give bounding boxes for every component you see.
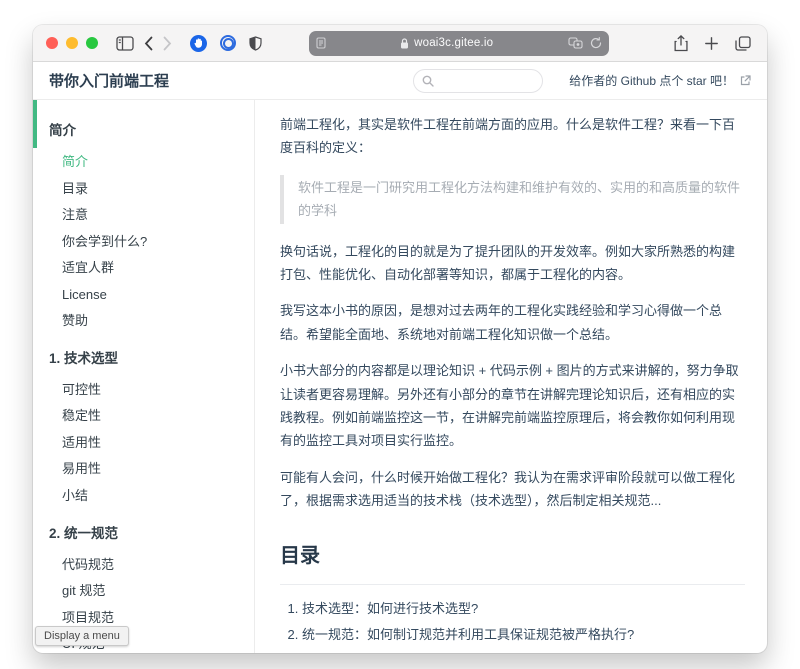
page-body: 简介 简介 目录 注意 你会学到什么? 适宜人群 License 赞助 1. 技… [33,100,767,653]
reader-icon[interactable] [316,37,326,49]
traffic-lights [46,37,98,49]
search-box[interactable] [413,69,543,93]
toc-heading: 目录 [280,538,745,585]
toc-item[interactable]: 技术选型：如何进行技术选型? [302,599,745,620]
site-header: 带你入门前端工程 给作者的 Github 点个 star 吧！ [33,62,767,100]
shield-extension-icon[interactable] [249,36,262,51]
paragraph-intro: 前端工程化，其实是软件工程在前端方面的应用。什么是软件工程？来看一下百度百科的定… [280,113,745,160]
minimize-window-button[interactable] [66,37,78,49]
translate-settings-icon[interactable] [568,37,583,49]
github-star-label: 给作者的 Github 点个 star 吧！ [569,72,734,89]
sidebar-item-controllability[interactable]: 可控性 [33,381,254,399]
sidebar-item-summary-1[interactable]: 小结 [33,487,254,505]
toc-list: 技术选型：如何进行技术选型? 统一规范：如何制订规范并利用工具保证规范被严格执行… [280,599,745,653]
definition-blockquote: 软件工程是一门研究用工程化方法构建和维护有效的、实用的和高质量的软件的学科 [280,175,745,224]
back-button[interactable] [144,36,153,51]
paragraph-purpose: 换句话说，工程化的目的就是为了提升团队的开发效率。例如大家所熟悉的构建打包、性能… [280,240,745,287]
sidebar-item-applicability[interactable]: 适用性 [33,434,254,452]
sidebar-item-code-standard[interactable]: 代码规范 [33,556,254,574]
reload-icon[interactable] [590,37,602,49]
sidebar-item-usability[interactable]: 易用性 [33,460,254,478]
sidebar-item-audience[interactable]: 适宜人群 [33,259,254,277]
paragraph-when: 可能有人会问，什么时候开始做工程化？我认为在需求评审阶段就可以做工程化了，根据需… [280,466,745,513]
url-text: woai3c.gitee.io [414,37,493,49]
sidebar-item-git-standard[interactable]: git 规范 [33,582,254,600]
tab-overview-icon[interactable] [735,36,751,51]
sidebar-item-intro[interactable]: 简介 [33,153,254,171]
sidebar-item-stability[interactable]: 稳定性 [33,407,254,425]
sidebar-section-intro[interactable]: 简介 [33,114,254,144]
sidebar-section-standards[interactable]: 2. 统一规范 [33,517,254,547]
search-input[interactable] [439,74,529,88]
toolbar-right-group [674,35,754,52]
search-icon [422,75,434,87]
sidebar-toggle-icon[interactable] [116,36,134,51]
page-title[interactable]: 带你入门前端工程 [49,70,169,91]
rings-extension-icon[interactable] [220,35,236,51]
external-link-icon [740,75,751,86]
share-icon[interactable] [674,35,688,52]
paragraph-reason: 我写这本小书的原因，是想对过去两年的工程化实践经验和学习心得做一个总结。希望能全… [280,299,745,346]
paragraph-format: 小书大部分的内容都是以理论知识 + 代码示例 + 图片的方式来讲解的，努力争取让… [280,359,745,453]
sidebar-item-notice[interactable]: 注意 [33,206,254,224]
sidebar-item-license[interactable]: License [33,286,254,304]
close-window-button[interactable] [46,37,58,49]
extensions-group [190,35,262,52]
main-content: 前端工程化，其实是软件工程在前端方面的应用。什么是软件工程？来看一下百度百科的定… [255,100,767,653]
lock-icon [400,38,409,49]
sidebar-item-what-you-learn[interactable]: 你会学到什么? [33,233,254,251]
zoom-window-button[interactable] [86,37,98,49]
sidebar-nav: 简介 简介 目录 注意 你会学到什么? 适宜人群 License 赞助 1. 技… [33,100,255,653]
safari-window: woai3c.gitee.io [33,25,767,653]
sidebar-item-sponsor[interactable]: 赞助 [33,312,254,330]
toc-item[interactable]: 统一规范：如何制订规范并利用工具保证规范被严格执行? [302,625,745,646]
github-star-link[interactable]: 给作者的 Github 点个 star 吧！ [569,72,751,89]
sidebar-active-indicator [33,100,37,148]
sidebar-item-project-standard[interactable]: 项目规范 [33,609,254,627]
toc-item[interactable]: 前端组件化：什么是模块化、组件化? [302,651,745,653]
display-menu-tooltip: Display a menu [35,626,129,646]
address-bar[interactable]: woai3c.gitee.io [309,31,609,56]
sidebar-section-tech-selection[interactable]: 1. 技术选型 [33,342,254,372]
new-tab-button[interactable] [705,37,718,50]
sidebar-item-toc[interactable]: 目录 [33,180,254,198]
forward-button[interactable] [163,36,172,51]
browser-toolbar: woai3c.gitee.io [33,25,767,62]
hand-blocker-extension-icon[interactable] [190,35,207,52]
